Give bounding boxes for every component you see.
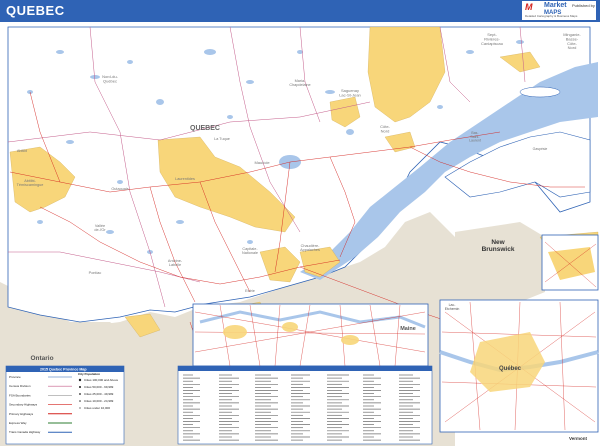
legend-city-item: Cities 10,000 - 24,999 <box>84 399 114 403</box>
map-title: QUEBEC <box>6 3 65 18</box>
legend-city-title: City Population <box>78 372 100 376</box>
legend-item: FSA Boundaries <box>9 393 31 397</box>
legend-item: Province <box>9 375 21 379</box>
brand-logo-icon: M <box>525 2 533 12</box>
label-antoine-labelle: Antoine-Labelle <box>168 259 183 267</box>
brand-tagline: Detailed Cartography & Business Maps <box>525 14 578 18</box>
montreal-inset <box>192 303 429 367</box>
label-abitibi: Abitibi <box>17 149 27 153</box>
small-inset <box>541 234 599 291</box>
label-vermont: Vermont <box>569 436 588 441</box>
map-canvas: 2015 Quebec Province Map Province Census … <box>0 22 600 446</box>
legend-city-dot <box>79 400 81 402</box>
legend-city-item: Cities 50,000 - 99,999 <box>84 385 114 389</box>
city-index <box>177 365 433 445</box>
new-brunswick-region <box>455 222 545 302</box>
legend-item: Secondary Highways <box>9 403 38 407</box>
label-maine: Maine <box>400 326 416 332</box>
label-estrie: Estrie <box>245 289 255 293</box>
anticosti-island <box>519 86 561 98</box>
legend-city-dot <box>79 407 81 409</box>
legend-city-item: Cities under 10,000 <box>84 406 110 410</box>
brand-logo: M Market MAPS Published by Detailed Cart… <box>522 1 596 20</box>
legend-item: Express Way <box>9 421 27 425</box>
map-frame: QUEBEC M Market MAPS Published by Detail… <box>0 0 600 446</box>
label-vallee-de-lor: Vallée de-l'Or <box>94 224 106 232</box>
label-la-tuque: La Tuque <box>214 137 230 141</box>
label-mauricie: Mauricie <box>254 160 270 165</box>
label-chaudiere: Chaudière-Appalaches <box>300 244 320 252</box>
brand-line1: Market <box>544 2 567 9</box>
legend-city-item: Cities 100,000 and Above <box>84 378 119 382</box>
legend-item: Census Division <box>9 384 31 388</box>
label-pontiac: Pontiac <box>89 271 102 275</box>
legend-title: 2015 Quebec Province Map <box>40 368 87 372</box>
title-bar: QUEBEC M Market MAPS Published by Detail… <box>0 0 600 22</box>
legend-item: Primary Highways <box>9 412 34 416</box>
label-ontario: Ontario <box>30 355 53 362</box>
label-cote-nord: Côte-Nord <box>380 124 390 133</box>
label-outaouais: Outaouais <box>111 187 128 191</box>
label-quebec-region: QUEBEC <box>190 125 220 132</box>
legend: 2015 Quebec Province Map Province Census … <box>5 365 125 445</box>
label-inset-quebec: Québec <box>499 366 522 372</box>
legend-city-item: Cities 25,000 - 49,999 <box>84 392 114 396</box>
legend-city-dot <box>78 378 82 382</box>
label-capitale-nationale: Capitale-Nationale <box>242 247 258 255</box>
legend-item: Trans Canada Highway <box>9 430 41 434</box>
legend-city-dot <box>78 385 82 389</box>
label-nord-du-quebec: Nord-du-Québec <box>102 74 118 83</box>
brand-line3: Published by <box>572 3 595 8</box>
label-gaspesie: Gaspésie <box>533 147 548 151</box>
legend-city-dot <box>79 393 81 395</box>
label-saguenay: Saguenay Lac-St-Jean <box>339 88 361 97</box>
label-laurentides: Laurentides <box>175 177 195 181</box>
